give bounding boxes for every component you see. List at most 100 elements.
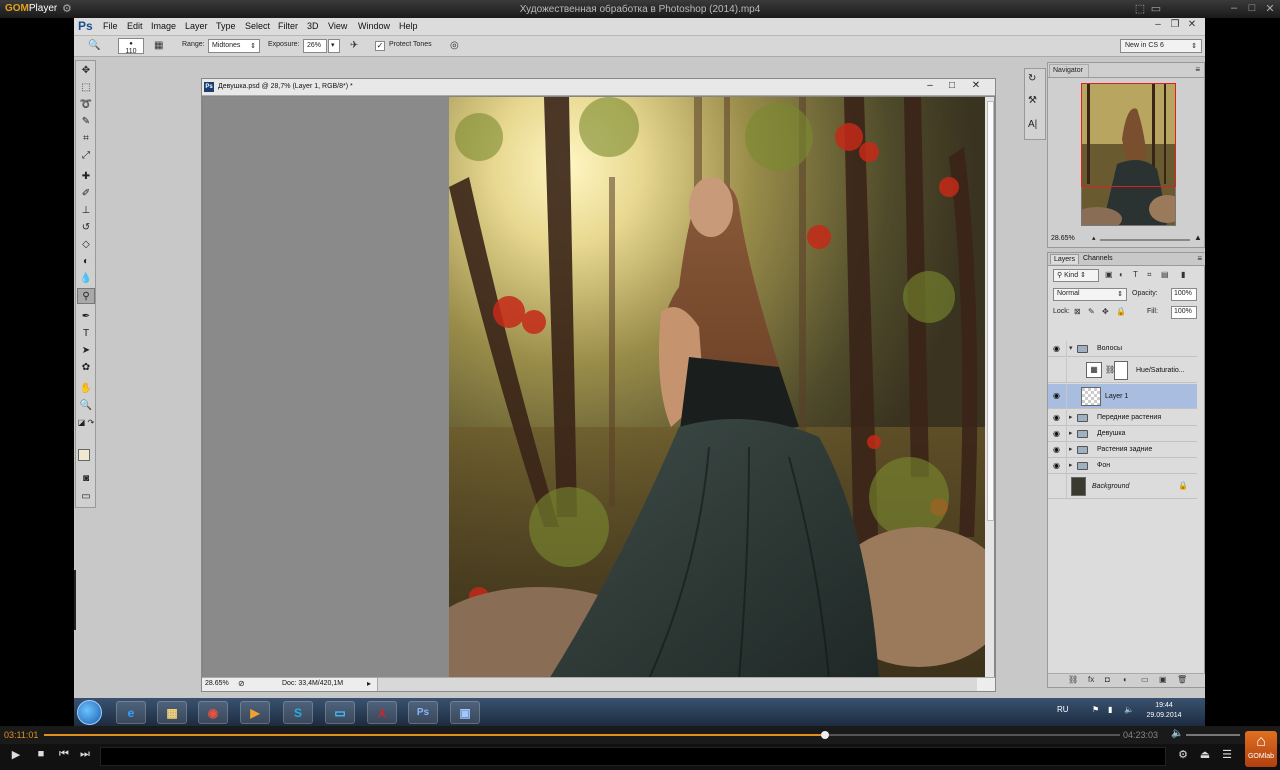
image-viewer-icon[interactable]: ▣	[450, 701, 480, 724]
trash-icon[interactable]: 🗑	[1177, 675, 1187, 684]
eye-hidden-icon[interactable]	[1053, 365, 1063, 375]
tab-channels[interactable]: Channels	[1080, 254, 1116, 263]
vertical-scroll-thumb[interactable]	[987, 101, 994, 521]
chrome-icon[interactable]: ◉	[198, 701, 228, 724]
system-clock[interactable]: 19:44 29.09.2014	[1144, 701, 1184, 721]
menu-edit[interactable]: Edit	[127, 21, 143, 31]
layer-row-group-front-plants[interactable]: ◉ ▸ Передние растения	[1048, 410, 1197, 426]
start-button[interactable]	[77, 700, 102, 725]
play-icon[interactable]: ▶	[8, 748, 24, 761]
eye-icon[interactable]: ◉	[1053, 344, 1063, 354]
document-size[interactable]: Doc: 33,4M/420,1M	[282, 680, 343, 687]
pin-icon[interactable]: ⬚	[1132, 2, 1148, 15]
video-frame[interactable]: Ps File Edit Image Layer Type Select Fil…	[74, 18, 1205, 726]
eye-icon[interactable]: ◉	[1053, 413, 1063, 423]
next-icon[interactable]: ⏭	[77, 748, 93, 761]
internet-explorer-icon[interactable]: e	[116, 701, 146, 724]
layer-row-layer-1[interactable]: ◉ Layer 1	[1048, 384, 1197, 409]
layer-row-group-background[interactable]: ◉ ▸ Фон	[1048, 458, 1197, 474]
tray-flag-icon[interactable]: ⚑	[1092, 705, 1099, 714]
file-explorer-icon[interactable]: ▦	[157, 701, 187, 724]
eye-hidden-icon[interactable]	[1053, 481, 1063, 491]
playlist-icon[interactable]: ☰	[1219, 748, 1235, 761]
chevron-right-icon[interactable]: ▸	[1069, 445, 1073, 453]
tray-network-icon[interactable]: ▮	[1108, 705, 1112, 714]
menu-image[interactable]: Image	[151, 21, 176, 31]
quick-mask-icon[interactable]: ◙	[77, 471, 95, 487]
layer-row-group-girl[interactable]: ◉ ▸ Девушка	[1048, 426, 1197, 442]
eject-icon[interactable]: ⏏	[1197, 748, 1213, 761]
maximize-button[interactable]: □	[1244, 2, 1260, 14]
shape-tool-icon[interactable]: ✿	[77, 360, 95, 376]
lock-all-icon[interactable]: 🔒	[1116, 307, 1126, 316]
zoom-level[interactable]: 28.65%	[205, 680, 229, 687]
layer-mask-thumbnail[interactable]	[1114, 361, 1128, 380]
chevron-down-icon[interactable]: ▾	[1069, 344, 1073, 352]
pen-tool-icon[interactable]: ✒	[77, 309, 95, 325]
type-filter-icon[interactable]: T	[1133, 270, 1138, 279]
workspace-select[interactable]: New in CS 6 ⇕	[1120, 39, 1202, 53]
brush-size-picker[interactable]: ● 110	[118, 38, 144, 55]
language-indicator[interactable]: RU	[1057, 705, 1069, 714]
eye-icon[interactable]: ◉	[1053, 461, 1063, 471]
menu-file[interactable]: File	[103, 21, 118, 31]
skype-icon[interactable]: S	[283, 701, 313, 724]
tray-volume-icon[interactable]: 🔈	[1124, 705, 1134, 714]
zoom-out-icon[interactable]: ▴	[1092, 234, 1096, 242]
zoom-tool-icon[interactable]: 🔍	[77, 398, 95, 414]
link-layers-icon[interactable]: ⛓	[1068, 675, 1078, 684]
lasso-tool-icon[interactable]: ➰	[77, 97, 95, 113]
exposure-input[interactable]: 26%	[303, 39, 327, 53]
previous-icon[interactable]: ⏮	[56, 748, 72, 761]
lock-transparent-icon[interactable]: ⊠	[1074, 307, 1081, 316]
horizontal-scrollbar[interactable]	[377, 678, 977, 691]
panel-menu-icon[interactable]: ≡	[1195, 65, 1200, 74]
healing-tool-icon[interactable]: ✚	[77, 169, 95, 185]
tab-layers[interactable]: Layers	[1050, 254, 1080, 264]
crop-tool-icon[interactable]: ⌗	[77, 131, 95, 147]
type-tool-icon[interactable]: T	[77, 326, 95, 342]
shape-filter-icon[interactable]: ⌗	[1147, 270, 1152, 280]
close-icon[interactable]: ✕	[1185, 19, 1199, 30]
navigator-view-rect[interactable]	[1081, 83, 1176, 187]
zoom-in-icon[interactable]: ▲	[1194, 233, 1202, 242]
move-tool-icon[interactable]: ✥	[77, 63, 95, 79]
status-icon[interactable]: ⊘	[238, 679, 245, 688]
minimize-button[interactable]: –	[1226, 2, 1242, 14]
layer-row-background[interactable]: Background 🔒	[1048, 474, 1197, 499]
screen-mode-icon[interactable]: ▭	[77, 489, 95, 505]
layers-menu-icon[interactable]: ≡	[1197, 254, 1202, 263]
zoom-slider[interactable]	[1100, 239, 1190, 241]
character-icon[interactable]: A|	[1028, 119, 1037, 130]
range-select[interactable]: Midtones ⇕	[208, 39, 260, 53]
lock-position-icon[interactable]: ✥	[1102, 307, 1109, 316]
default-colors-icon[interactable]: ◪ ↷	[77, 415, 95, 431]
smart-object-filter-icon[interactable]: ▤	[1161, 270, 1169, 279]
marquee-tool-icon[interactable]: ⬚	[77, 80, 95, 96]
stamp-tool-icon[interactable]: ⊥	[77, 203, 95, 219]
new-adjustment-icon[interactable]: ◐	[1123, 675, 1128, 684]
volume-slider[interactable]	[1186, 734, 1240, 736]
control-panel-icon[interactable]: ⚙	[1175, 748, 1191, 761]
blur-tool-icon[interactable]: 💧	[77, 271, 95, 287]
menu-select[interactable]: Select	[245, 21, 270, 31]
seek-handle[interactable]	[821, 731, 829, 739]
airbrush-icon[interactable]: ✈	[350, 40, 358, 51]
quick-select-tool-icon[interactable]: ✎	[77, 114, 95, 130]
filter-toggle-icon[interactable]: ▮	[1181, 270, 1185, 279]
menu-window[interactable]: Window	[358, 21, 390, 31]
dodge-tool-icon[interactable]: 🔍	[88, 40, 100, 51]
lock-pixels-icon[interactable]: ✎	[1088, 307, 1095, 316]
history-icon[interactable]: ↻	[1028, 73, 1036, 84]
playlist-bar[interactable]	[100, 747, 1166, 766]
protect-tones-checkbox[interactable]: ✓	[375, 41, 385, 51]
media-player-icon[interactable]: ▶	[240, 701, 270, 724]
monitor-app-icon[interactable]: ▭	[325, 701, 355, 724]
menu-3d[interactable]: 3D	[307, 21, 319, 31]
gradient-tool-icon[interactable]: ◐	[77, 254, 95, 270]
canvas-image-girl-in-forest[interactable]	[449, 97, 989, 679]
dodge-tool-icon[interactable]: ⚲	[77, 288, 95, 304]
acrobat-icon[interactable]: ⅄	[367, 701, 397, 724]
pressure-icon[interactable]: ◎	[450, 40, 459, 51]
foreground-color-swatch[interactable]	[78, 449, 90, 461]
